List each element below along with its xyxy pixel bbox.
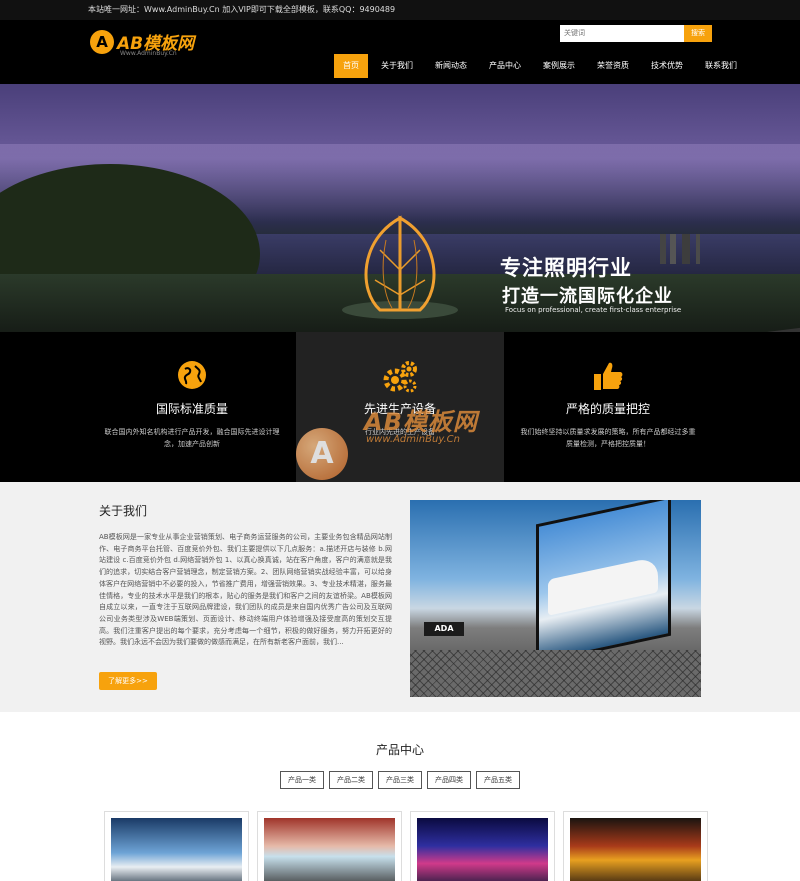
about-image: ADA — [410, 500, 701, 697]
product-card[interactable] — [104, 811, 249, 881]
about-text: AB模板网是一家专业从事企业营销策划、电子商务运营服务的公司，主要业务包含精品网… — [99, 533, 392, 647]
logo-subtitle: Www.AdminBuy.Cn — [120, 50, 177, 57]
products-title: 产品中心 — [375, 743, 424, 757]
product-tab-3[interactable]: 产品三类 — [378, 771, 422, 789]
feature-description: 联合国内外知名机构进行产品开发，融合国际先进设计理念，加速产品创新 — [104, 428, 280, 448]
product-tab-5[interactable]: 产品五类 — [476, 771, 520, 789]
nav-item-cases[interactable]: 案例展示 — [534, 54, 584, 78]
fence — [410, 650, 701, 697]
banner-sculpture-image — [342, 215, 458, 319]
banner-headline: 打造一流国际化企业 — [502, 286, 673, 307]
feature-quality: 国际标准质量 联合国内外知名机构进行产品开发，融合国际先进设计理念，加速产品创新 — [88, 332, 296, 482]
about-title: 关于我们 — [99, 504, 148, 518]
nav-item-about[interactable]: 关于我们 — [372, 54, 422, 78]
product-image — [417, 818, 548, 881]
feature-title: 国际标准质量 — [155, 402, 228, 416]
product-tabs: 产品一类 产品二类 产品三类 产品四类 产品五类 — [280, 771, 525, 789]
logo-mark: A — [90, 30, 114, 54]
nav-item-contact[interactable]: 联系我们 — [696, 54, 746, 78]
watermark-text: AB模板网 — [364, 408, 478, 436]
top-info-bar: 本站唯一网址：Www.AdminBuy.Cn 加入VIP即可下载全部模板，联系Q… — [0, 0, 800, 20]
banner-city — [660, 234, 800, 264]
nav-item-news[interactable]: 新闻动态 — [426, 54, 476, 78]
feature-description: 我们始终坚持以质量求发展的策略，所有产品都经过多重质量检测，严格把控质量！ — [520, 428, 696, 448]
banner-title: 专注照明行业 — [500, 256, 632, 280]
watermark-logo-icon: A — [296, 428, 348, 480]
search-button[interactable]: 搜索 — [684, 25, 712, 42]
product-tab-4[interactable]: 产品四类 — [427, 771, 471, 789]
site-header: A AB模板网 Www.AdminBuy.Cn 搜索 首页 关于我们 新闻动态 … — [0, 20, 800, 84]
product-image — [264, 818, 395, 881]
product-tab-2[interactable]: 产品二类 — [329, 771, 373, 789]
hero-banner[interactable]: 专注照明行业 打造一流国际化企业 Focus on professional, … — [0, 84, 800, 332]
banner-subtitle: Focus on professional, create first-clas… — [505, 306, 682, 314]
site-logo[interactable]: A AB模板网 Www.AdminBuy.Cn — [90, 28, 200, 60]
product-image — [111, 818, 242, 881]
product-card[interactable] — [410, 811, 555, 881]
learn-more-button[interactable]: 了解更多>> — [99, 672, 157, 690]
watermark: A AB模板网 www.AdminBuy.Cn — [296, 400, 516, 480]
thumbs-up-icon — [594, 362, 623, 390]
nav-item-home[interactable]: 首页 — [334, 54, 368, 78]
product-card[interactable] — [257, 811, 402, 881]
gears-icon — [383, 361, 417, 393]
nav-item-tech[interactable]: 技术优势 — [642, 54, 692, 78]
ada-sign: ADA — [424, 622, 464, 636]
search-input[interactable] — [560, 25, 684, 42]
watermark-url: www.AdminBuy.Cn — [366, 434, 460, 445]
nav-item-products[interactable]: 产品中心 — [480, 54, 530, 78]
product-card[interactable] — [563, 811, 708, 881]
nav-item-honors[interactable]: 荣誉资质 — [588, 54, 638, 78]
feature-quality-control: 严格的质量把控 我们始终坚持以质量求发展的策略，所有产品都经过多重质量检测，严格… — [504, 332, 712, 482]
product-image — [570, 818, 701, 881]
about-section: 关于我们 AB模板网是一家专业从事企业营销策划、电子商务运营服务的公司，主要业务… — [0, 482, 800, 712]
globe-icon — [178, 361, 206, 389]
product-tab-1[interactable]: 产品一类 — [280, 771, 324, 789]
feature-title: 严格的质量把控 — [565, 402, 650, 416]
main-nav: 首页 关于我们 新闻动态 产品中心 案例展示 荣誉资质 技术优势 联系我们 — [334, 54, 750, 78]
